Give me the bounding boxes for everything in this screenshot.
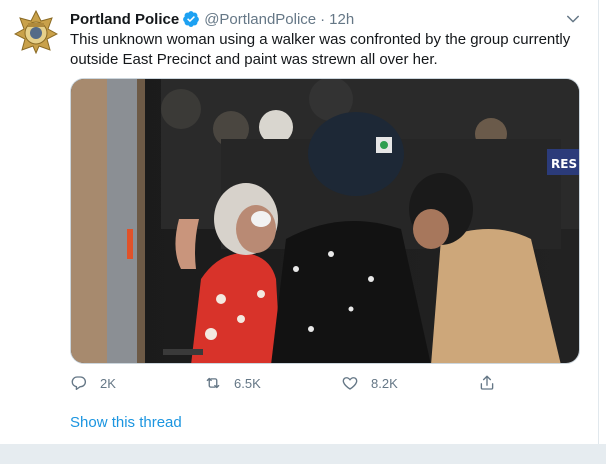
author-handle[interactable]: @PortlandPolice	[204, 11, 316, 28]
timeline-divider	[0, 444, 606, 464]
like-button[interactable]: 8.2K	[341, 374, 398, 392]
tweet-actions: 2K 6.5K 8.2K	[70, 374, 500, 396]
show-thread-link[interactable]: Show this thread	[70, 414, 182, 431]
verified-badge-icon	[182, 10, 200, 28]
author-name[interactable]: Portland Police	[70, 11, 179, 28]
tweet-text: This unknown woman using a walker was co…	[70, 31, 571, 68]
like-count: 8.2K	[371, 375, 398, 391]
reply-count: 2K	[100, 375, 116, 391]
chevron-down-icon[interactable]	[564, 10, 582, 28]
tweet-photo[interactable]: RES	[70, 78, 580, 364]
timeline-border	[598, 0, 599, 444]
sign-text: RES	[551, 157, 577, 171]
share-icon	[480, 375, 494, 390]
timestamp[interactable]: 12h	[329, 11, 354, 28]
tweet-header: Portland Police @PortlandPolice · 12h	[70, 9, 354, 29]
retweet-button[interactable]: 6.5K	[204, 374, 261, 392]
retweet-icon	[206, 377, 220, 389]
retweet-count: 6.5K	[234, 375, 261, 391]
tweet-card[interactable]: Portland Police @PortlandPolice · 12h Th…	[0, 0, 598, 444]
share-button[interactable]	[478, 374, 496, 392]
reply-button[interactable]: 2K	[70, 374, 116, 392]
reply-icon	[71, 376, 87, 391]
separator-dot: ·	[320, 10, 326, 28]
police-badge-icon[interactable]	[13, 9, 59, 55]
heart-icon	[342, 377, 358, 390]
